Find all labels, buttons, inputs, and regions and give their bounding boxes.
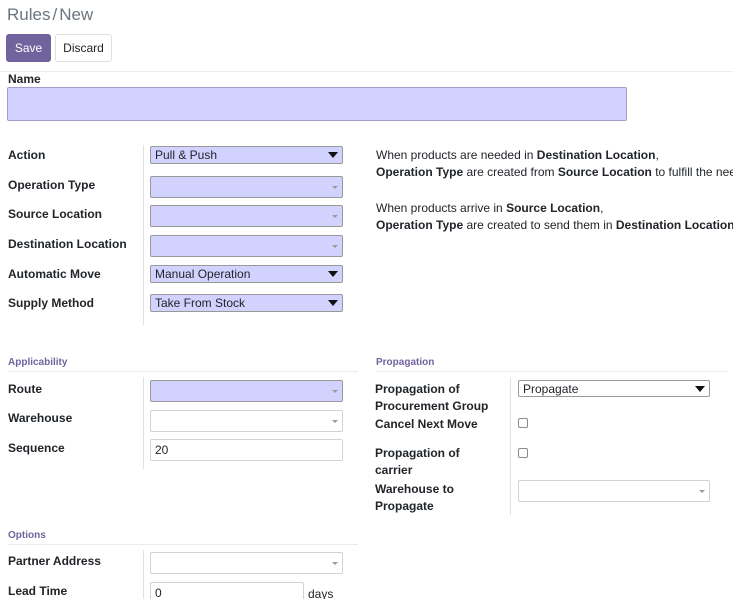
automatic-move-label: Automatic Move: [8, 267, 101, 281]
dropdown-caret-icon: [332, 214, 338, 218]
chevron-down-icon: [328, 152, 338, 158]
help-text: are created from: [463, 165, 558, 179]
chevron-down-icon: [695, 385, 705, 392]
partner-address-field[interactable]: [150, 552, 343, 574]
breadcrumb-current: New: [59, 5, 94, 24]
propagation-group-label-2: Procurement Group: [375, 399, 489, 413]
help-text-bold: Operation Type: [376, 218, 464, 232]
destination-location-field[interactable]: [150, 235, 343, 257]
supply-method-value: Take From Stock: [155, 296, 246, 310]
breadcrumb-parent[interactable]: Rules: [7, 5, 50, 24]
options-title: Options: [8, 530, 46, 541]
chevron-down-icon: [328, 300, 338, 306]
help-text-bold: Destination Location: [536, 148, 656, 162]
breadcrumb-separator: /: [52, 5, 58, 24]
propagation-carrier-label-1: Propagation of: [375, 446, 460, 460]
help-pull-line-1: When products are needed in Destination …: [376, 147, 659, 164]
route-label: Route: [8, 382, 42, 396]
propagation-carrier-checkbox[interactable]: [518, 448, 528, 458]
help-text: are created to send them in: [463, 218, 616, 232]
sequence-input[interactable]: 20: [150, 439, 343, 461]
lead-time-input[interactable]: 0: [150, 582, 304, 599]
operation-type-label: Operation Type: [8, 178, 96, 192]
warehouse-field[interactable]: [150, 410, 343, 432]
route-field[interactable]: [150, 380, 343, 402]
chevron-down-icon: [328, 271, 338, 277]
warehouse-to-propagate-label-2: Propagate: [375, 499, 434, 513]
help-text-bold: Source Location: [557, 165, 652, 179]
name-input[interactable]: [7, 87, 627, 121]
save-button[interactable]: Save: [6, 34, 51, 62]
dropdown-caret-icon: [332, 244, 338, 248]
source-location-label: Source Location: [8, 207, 103, 221]
automatic-move-select[interactable]: Manual Operation: [150, 265, 343, 283]
partner-address-label: Partner Address: [8, 554, 101, 568]
propagate-group-select[interactable]: Propagate: [518, 380, 710, 397]
warehouse-to-propagate-field[interactable]: [518, 480, 710, 502]
help-text: to fulfill the need: [655, 165, 733, 179]
warehouse-to-propagate-label-1: Warehouse to: [375, 482, 454, 496]
help-text: ,: [600, 201, 604, 215]
help-text-bold: Destination Location: [615, 218, 733, 232]
warehouse-label: Warehouse: [8, 411, 73, 425]
dropdown-caret-icon: [332, 185, 338, 189]
operation-type-field[interactable]: [150, 176, 343, 198]
lead-time-value: 0: [155, 586, 162, 599]
group-separator: [510, 377, 511, 515]
destination-location-label: Destination Location: [8, 237, 127, 251]
cancel-next-move-checkbox[interactable]: [518, 418, 528, 428]
header-divider: [0, 71, 733, 72]
action-label: Action: [8, 148, 46, 162]
supply-method-select[interactable]: Take From Stock: [150, 294, 343, 312]
discard-button[interactable]: Discard: [55, 34, 112, 62]
options-divider: [8, 544, 358, 545]
dropdown-caret-icon: [332, 389, 338, 393]
help-text: ,: [655, 148, 659, 162]
sequence-label: Sequence: [8, 441, 65, 455]
dropdown-caret-icon: [699, 489, 705, 493]
group-separator: [143, 550, 144, 599]
help-text: When products are needed in: [376, 148, 537, 162]
lead-time-label: Lead Time: [8, 584, 68, 598]
sequence-value: 20: [155, 443, 169, 457]
name-label: Name: [8, 72, 41, 86]
propagation-title: Propagation: [376, 357, 435, 368]
applicability-title: Applicability: [8, 357, 68, 368]
supply-method-label: Supply Method: [8, 296, 94, 310]
propagation-carrier-label-2: carrier: [375, 463, 413, 477]
applicability-divider: [8, 371, 358, 372]
source-location-field[interactable]: [150, 205, 343, 227]
help-pull-line-2: Operation Type are created from Source L…: [376, 164, 733, 181]
dropdown-caret-icon: [332, 419, 338, 423]
group-separator: [143, 377, 144, 469]
help-text-bold: Source Location: [506, 201, 601, 215]
help-text-bold: Operation Type: [376, 165, 464, 179]
propagate-group-value: Propagate: [523, 381, 579, 396]
cancel-next-move-label: Cancel Next Move: [375, 417, 478, 431]
dropdown-caret-icon: [332, 561, 338, 565]
breadcrumb: Rules / New: [7, 5, 93, 25]
action-select[interactable]: Pull & Push: [150, 146, 343, 164]
propagation-group-label-1: Propagation of: [375, 382, 460, 396]
help-push-line-2: Operation Type are created to send them …: [376, 217, 733, 234]
group-separator: [143, 145, 144, 325]
lead-time-unit: days: [308, 587, 334, 599]
action-value: Pull & Push: [155, 148, 218, 162]
automatic-move-value: Manual Operation: [155, 267, 251, 281]
help-text: When products arrive in: [376, 201, 507, 215]
help-push-line-1: When products arrive in Source Location,: [376, 200, 603, 217]
propagation-divider: [376, 371, 728, 372]
